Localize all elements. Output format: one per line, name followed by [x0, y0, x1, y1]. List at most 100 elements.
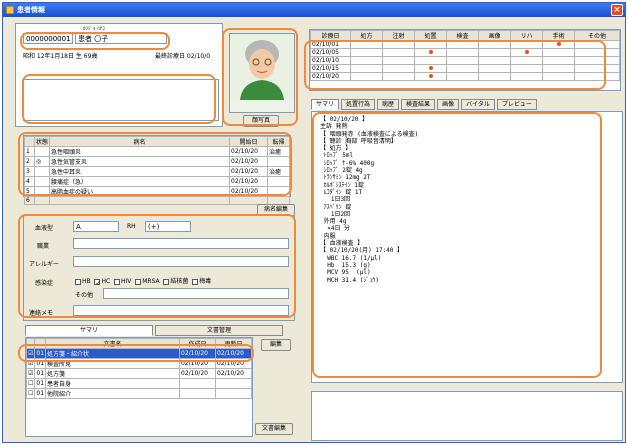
tab-images[interactable]: 画像	[437, 99, 460, 110]
tab-summary[interactable]: サマリ	[25, 325, 153, 336]
visit-history-panel: 診療日 処方 注射 処置 検査 画像 リハ 手術 その他 02/10/01 02/…	[309, 29, 621, 91]
history-cell	[574, 48, 620, 57]
doc-col-no[interactable]	[34, 338, 47, 349]
history-row[interactable]: 02/10/05	[310, 48, 620, 57]
problem-row[interactable]: 2 ◎ 急性気管支炎 02/10/20	[24, 156, 290, 167]
occupation-field[interactable]	[73, 238, 289, 249]
cell: 02/10/20	[179, 358, 216, 369]
blood-rh-label: RH	[127, 223, 136, 230]
history-col-rx[interactable]: 処方	[349, 30, 384, 41]
tab-summary-right[interactable]: サマリ	[311, 99, 340, 110]
photo-button[interactable]: 顔写真	[243, 115, 279, 127]
summary-panel: 【 02/10/20 】 主訴 発熱 【 咽頭発赤 (血液検査による検査) 【 …	[311, 111, 623, 383]
history-col-procedure[interactable]: 処置	[414, 30, 448, 41]
doc-col-created[interactable]: 作成日	[179, 338, 216, 349]
tab-treatment[interactable]: 処置行為	[341, 99, 376, 110]
history-row[interactable]: 02/10/10	[310, 56, 620, 65]
doc-edit-button[interactable]: 編集	[261, 339, 291, 351]
history-cell: 02/10/20	[310, 72, 351, 81]
doc-manage-button[interactable]: 文書編集	[255, 423, 293, 435]
tab-lab-results[interactable]: 検査結果	[401, 99, 436, 110]
cell: 処方箋・紹介状	[45, 348, 180, 359]
cell: 02/10/20	[179, 368, 216, 379]
history-row[interactable]: 02/10/15	[310, 64, 620, 73]
history-row[interactable]: 02/10/01	[310, 40, 620, 49]
patient-birth: 昭和 12年1月18日 生 69歳	[23, 53, 98, 60]
history-cell	[510, 40, 544, 49]
right-tabs: サマリ 処置行為 病歴 検査結果 画像 バイタル プレビュー	[311, 99, 537, 110]
other-infection-field[interactable]	[103, 288, 289, 299]
problem-col-outcome[interactable]: 転帰	[267, 136, 290, 147]
doc-row-selected[interactable]: ☑ 01 処方箋・紹介状 02/10/20 02/10/20	[25, 348, 252, 359]
history-col-surgery[interactable]: 手術	[542, 30, 576, 41]
doc-col-name[interactable]: 文書名	[45, 338, 180, 349]
blood-rh-select[interactable]: (+)	[145, 221, 191, 232]
problem-col-start[interactable]: 開始日	[229, 136, 268, 147]
problem-col-no[interactable]	[24, 136, 35, 147]
tab-document-management[interactable]: 文書管理	[155, 325, 283, 336]
tab-vitals[interactable]: バイタル	[461, 99, 495, 110]
infection-hb-checkbox[interactable]: HB	[75, 278, 91, 285]
history-cell	[574, 72, 620, 81]
window-title: 患者情報	[17, 6, 45, 14]
history-col-injection[interactable]: 注射	[382, 30, 416, 41]
problem-row[interactable]: 5 高脂血症の疑い 02/10/20	[24, 186, 290, 197]
doc-row[interactable]: ☐ 01 他院紹介	[25, 388, 252, 399]
cell	[267, 186, 290, 197]
history-col-other[interactable]: その他	[574, 30, 620, 41]
cell: 1	[24, 146, 35, 157]
problem-list-panel: 状態 病名 開始日 転帰 1 急性咽頭炎 02/10/20 治癒 2 ◎ 急性気管支炎 02…	[23, 135, 291, 205]
memo-field[interactable]	[73, 305, 289, 316]
problem-col-status[interactable]: 状態	[33, 136, 51, 147]
history-cell	[382, 72, 416, 81]
history-cell	[382, 56, 416, 65]
history-cell: 02/10/10	[310, 56, 351, 65]
patient-id-field[interactable]: 0000000001	[23, 33, 73, 44]
cell: 治癒	[267, 146, 290, 157]
history-cell	[510, 72, 544, 81]
infection-mrsa-checkbox[interactable]: MRSA	[135, 278, 160, 285]
history-cell	[574, 40, 620, 49]
visit-mark-icon	[556, 42, 561, 46]
history-cell	[414, 64, 448, 73]
infection-hiv-checkbox[interactable]: HIV	[114, 278, 131, 285]
cell: 01	[34, 358, 47, 369]
doc-row[interactable]: ☑ 01 処方箋 02/10/20 02/10/20	[25, 368, 252, 379]
patient-comment-area[interactable]	[23, 79, 219, 121]
other-infection-label: その他	[75, 292, 94, 299]
history-cell	[542, 56, 576, 65]
doc-col-updated[interactable]: 更新日	[215, 338, 252, 349]
cell	[33, 196, 51, 205]
note-input-area[interactable]	[311, 391, 623, 441]
cell	[33, 166, 51, 177]
infection-tb-checkbox[interactable]: 結核菌	[163, 278, 188, 285]
history-cell	[542, 72, 576, 81]
patient-name-field[interactable]: 患者 〇子	[75, 33, 167, 44]
infection-syphilis-checkbox[interactable]: 梅毒	[192, 278, 211, 285]
allergy-field[interactable]	[73, 256, 289, 267]
bottom-tabs: サマリ 文書管理	[25, 325, 283, 336]
doc-col-check[interactable]	[25, 338, 36, 349]
cell: ☑	[25, 358, 36, 369]
cell: 01	[34, 348, 47, 359]
problem-col-name[interactable]: 病名	[49, 136, 230, 147]
blood-abo-select[interactable]: A	[73, 221, 119, 232]
history-cell: 02/10/15	[310, 64, 351, 73]
problem-row[interactable]: 3 急性中耳炎 02/10/20 治癒	[24, 166, 290, 177]
problem-row[interactable]: 6	[24, 196, 290, 205]
infection-hc-checkbox[interactable]: ✓HC	[94, 278, 110, 287]
tab-preview[interactable]: プレビュー	[496, 99, 537, 110]
history-col-rehab[interactable]: リハ	[510, 30, 544, 41]
cell: 処方箋	[45, 368, 180, 379]
history-row[interactable]: 02/10/20	[310, 72, 620, 81]
doc-row[interactable]: ☐ 01 患者自身	[25, 378, 252, 389]
problem-row[interactable]: 4 腰痛症（急） 02/10/20	[24, 176, 290, 187]
history-col-lab[interactable]: 検査	[446, 30, 480, 41]
history-col-date[interactable]: 診療日	[310, 30, 351, 41]
history-col-image[interactable]: 画像	[478, 30, 512, 41]
patient-avatar-icon	[230, 34, 294, 100]
close-button[interactable]: ×	[611, 4, 623, 16]
doc-row[interactable]: ☑ 01 検査所見 02/10/20 02/10/20	[25, 358, 252, 369]
problem-row[interactable]: 1 急性咽頭炎 02/10/20 治癒	[24, 146, 290, 157]
tab-history[interactable]: 病歴	[377, 99, 400, 110]
